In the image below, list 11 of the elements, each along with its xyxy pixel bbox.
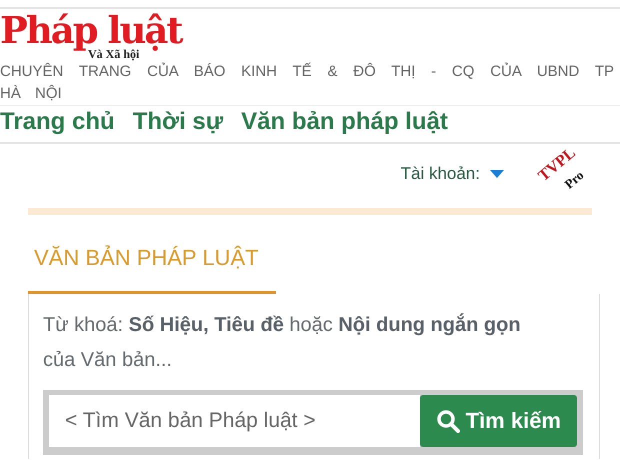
dropdown-caret-icon[interactable] xyxy=(490,170,504,178)
search-field[interactable]: < Tìm Văn bản Pháp luật > Tìm kiếm xyxy=(43,390,583,455)
account-label[interactable]: Tài khoản: xyxy=(400,164,480,184)
search-icon xyxy=(436,409,460,433)
nav-link[interactable]: Văn bản pháp luật xyxy=(241,108,448,136)
site-tagline: CHUYÊN TRANG CỦA BÁO KINH TẾ & ĐÔ THỊ - CQ CỦA UBND TP HÀ NỘI xyxy=(0,62,615,104)
search-hint: Từ khoá: Số Hiệu, Tiêu đề hoặc Nội dung ngắn gọn của Văn bản... xyxy=(43,312,522,373)
logo-subtitle: Và Xã hội xyxy=(88,47,140,61)
nav-link[interactable]: Thời sự xyxy=(132,108,224,136)
search-button[interactable]: Tìm kiếm xyxy=(420,395,577,447)
nav-link[interactable]: Trang chủ xyxy=(0,108,115,136)
